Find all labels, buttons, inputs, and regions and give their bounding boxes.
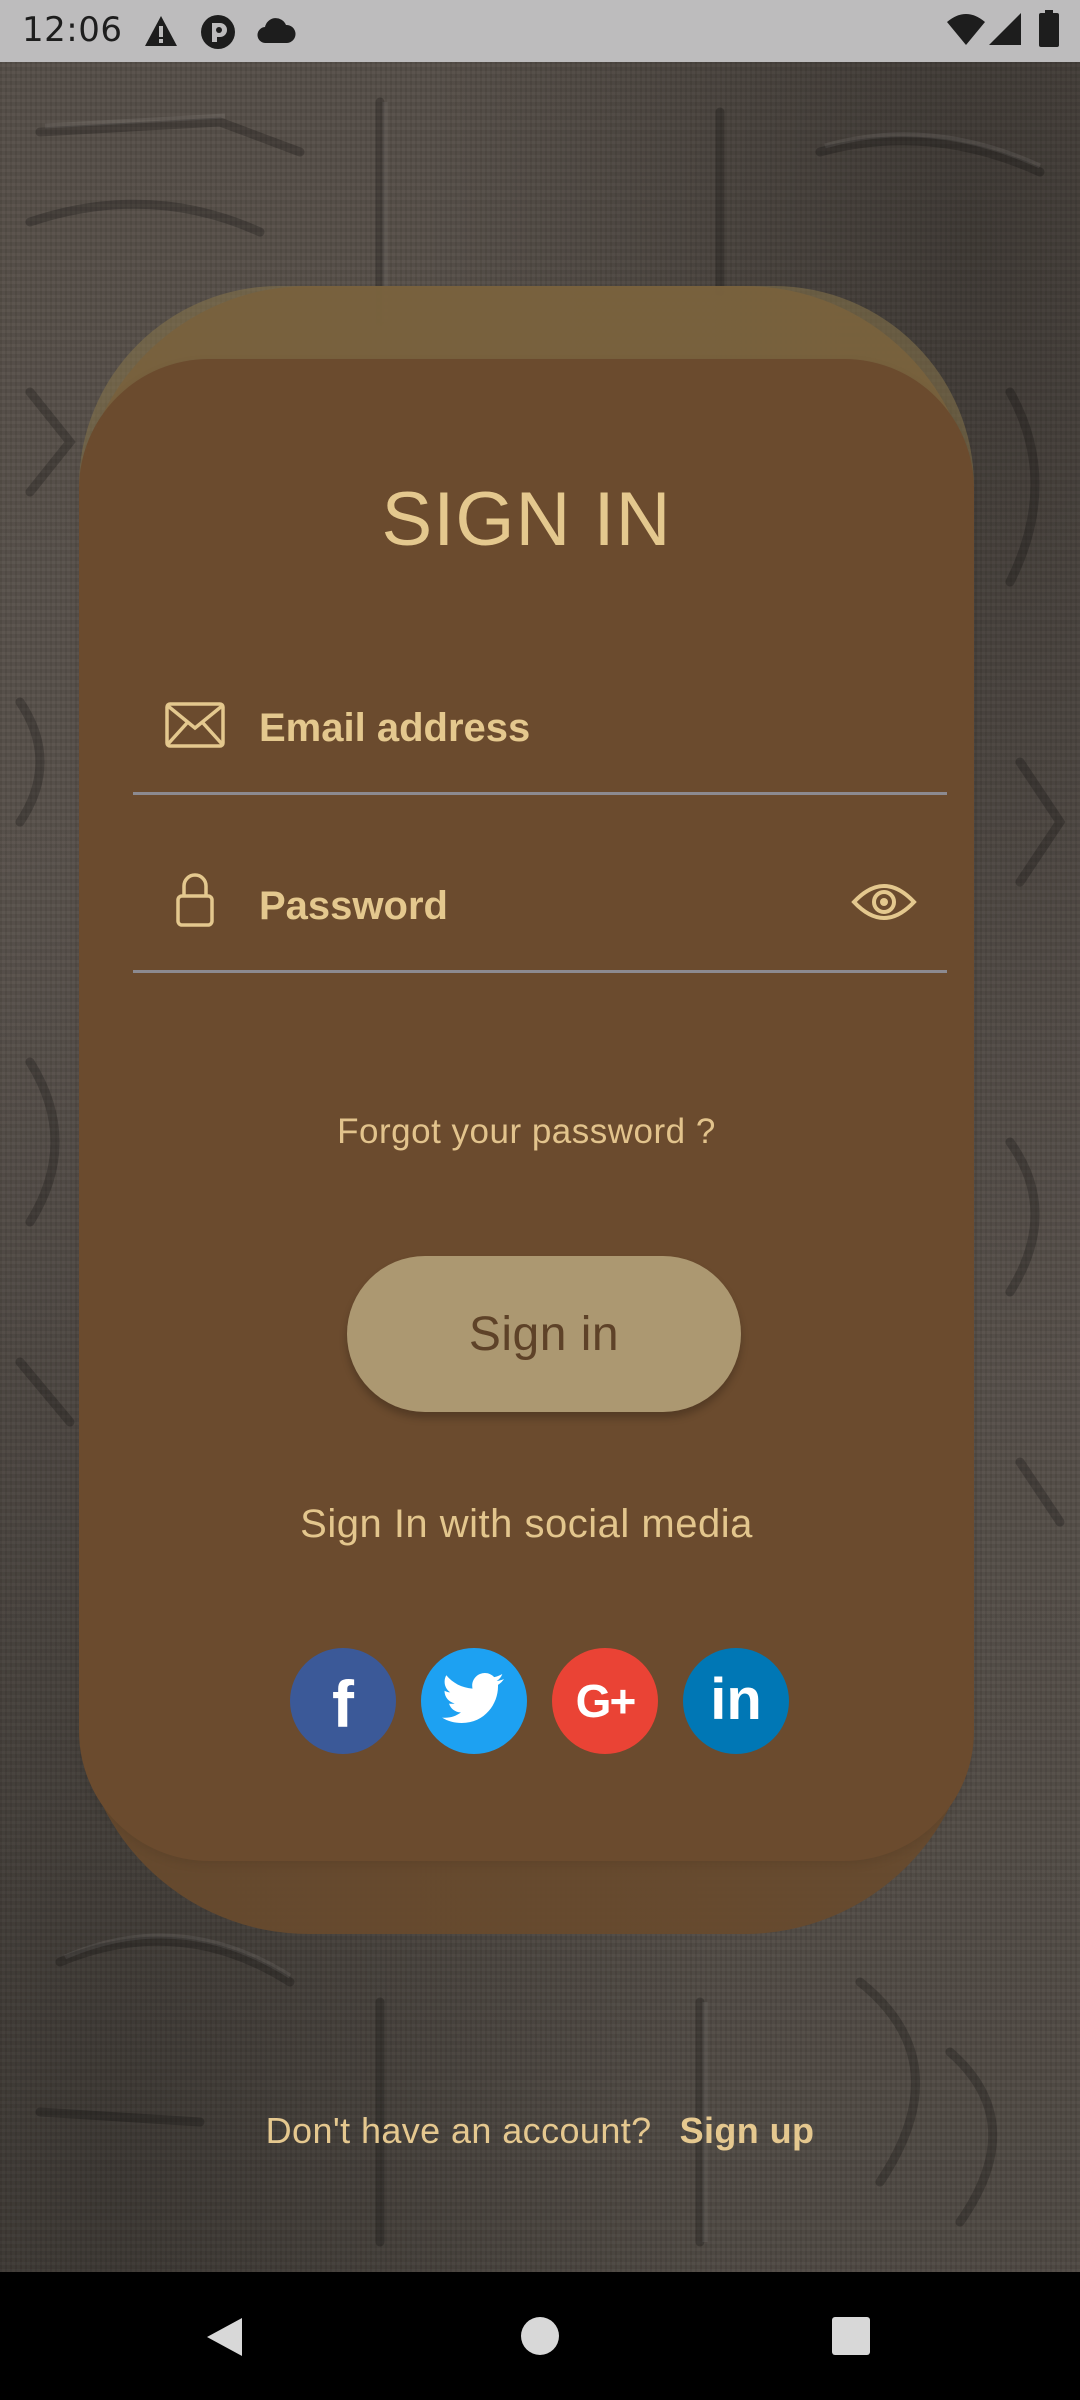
twitter-icon — [442, 1672, 506, 1730]
google-plus-button[interactable]: G+ — [552, 1648, 658, 1754]
alert-icon — [143, 14, 179, 52]
status-time: 12:06 — [22, 10, 123, 50]
wifi-icon — [946, 12, 986, 50]
linkedin-icon: in — [710, 1666, 762, 1732]
lock-icon — [175, 872, 215, 932]
home-icon[interactable] — [520, 2316, 560, 2360]
mail-icon — [165, 702, 225, 752]
twitter-button[interactable] — [421, 1648, 527, 1754]
forgot-password-link[interactable]: Forgot your password ? — [79, 1112, 974, 1152]
social-heading: Sign In with social media — [300, 1502, 753, 1546]
status-bar: 12:06 — [0, 0, 1080, 62]
back-icon[interactable] — [204, 2316, 244, 2362]
login-card — [79, 359, 974, 1861]
facebook-button[interactable]: f — [290, 1648, 396, 1754]
email-field[interactable]: Email address — [133, 680, 947, 795]
sign-up-link[interactable]: Sign up — [680, 2110, 815, 2151]
signup-question: Don't have an account? — [265, 2110, 652, 2151]
page-title: SIGN IN — [381, 477, 672, 562]
navigation-bar — [0, 2272, 1080, 2400]
password-field[interactable]: Password — [133, 858, 947, 973]
eye-icon[interactable] — [851, 880, 917, 928]
battery-icon — [1038, 10, 1060, 52]
cloud-icon — [256, 18, 296, 48]
recents-icon[interactable] — [832, 2317, 870, 2359]
email-placeholder: Email address — [259, 706, 531, 750]
password-placeholder: Password — [259, 884, 448, 928]
app-icon — [200, 14, 236, 54]
google-plus-icon: G+ — [575, 1675, 637, 1727]
signal-icon — [988, 12, 1022, 50]
facebook-icon: f — [332, 1667, 354, 1741]
signup-prompt: Don't have an account? Sign up — [0, 2110, 1080, 2152]
linkedin-button[interactable]: in — [683, 1648, 789, 1754]
sign-in-button[interactable]: Sign in — [347, 1256, 741, 1412]
social-buttons: f G+ in — [290, 1648, 790, 1754]
